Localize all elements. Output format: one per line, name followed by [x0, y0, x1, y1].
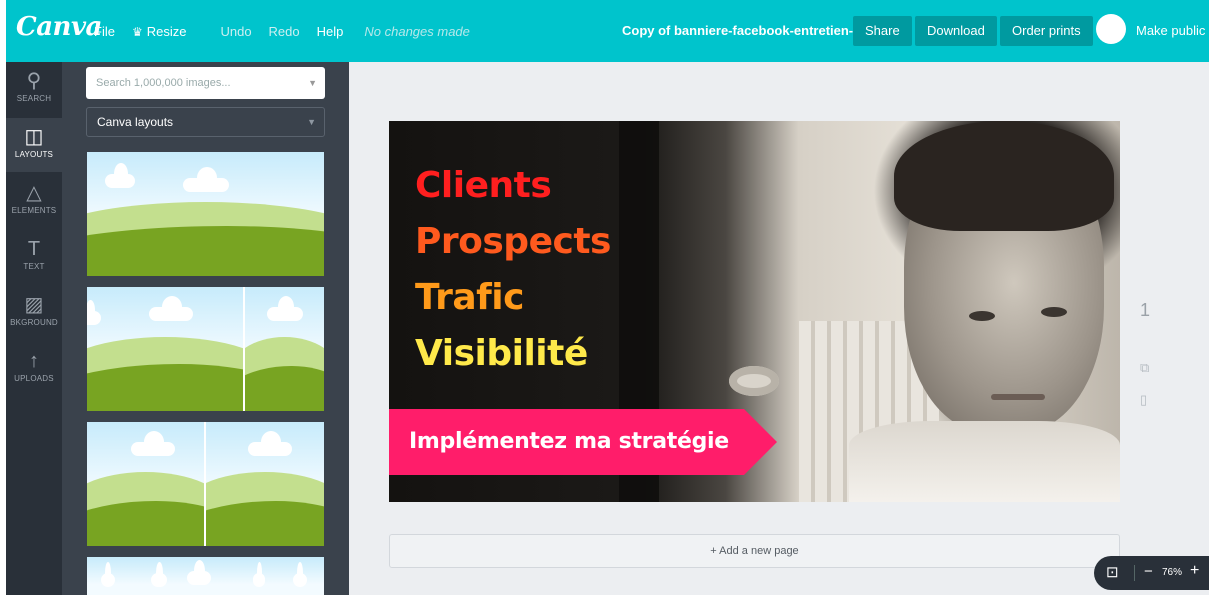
divider	[1134, 565, 1135, 581]
make-public-label[interactable]: Make public	[1136, 0, 1205, 62]
layout-preview	[87, 422, 204, 546]
sidebar-item-layouts[interactable]: ◫ LAYOUTS	[6, 118, 62, 172]
sidebar-item-label: UPLOADS	[14, 374, 54, 383]
help-menu[interactable]: Help	[317, 24, 344, 39]
sidebar-item-background[interactable]: ▨ BKGROUND	[6, 286, 62, 340]
main-menu: File ♛ Resize Undo Redo Help No changes m…	[94, 0, 487, 62]
image-search-input[interactable]: Search 1,000,000 images... ▼	[86, 67, 325, 99]
top-bar: Canva File ♛ Resize Undo Redo Help No cha…	[6, 0, 1209, 62]
sidebar-item-label: TEXT	[23, 262, 45, 271]
person-eye	[1041, 307, 1067, 317]
cta-banner[interactable]: Implémentez ma stratégie	[389, 409, 777, 475]
present-icon[interactable]: ⊡	[1106, 563, 1119, 581]
layout-thumbnail[interactable]	[87, 287, 324, 411]
person-eye	[969, 311, 995, 321]
sidebar-item-label: LAYOUTS	[14, 150, 54, 159]
person-mouth	[991, 394, 1045, 400]
search-placeholder: Search 1,000,000 images...	[96, 77, 231, 89]
file-menu[interactable]: File	[94, 24, 115, 39]
sidebar-item-search[interactable]: ⚲ SEARCH	[6, 62, 62, 116]
make-public-toggle[interactable]	[1096, 14, 1126, 44]
chevron-down-icon: ▼	[307, 117, 316, 127]
upload-icon: ↑	[29, 350, 39, 372]
layout-thumbnail[interactable]	[87, 557, 324, 595]
resize-label: Resize	[146, 23, 187, 39]
share-button[interactable]: Share	[853, 16, 912, 46]
layout-select-value: Canva layouts	[97, 115, 174, 129]
duplicate-page-icon[interactable]: ⧉	[1140, 360, 1149, 376]
headline-line-3[interactable]: Trafic	[415, 277, 525, 318]
layout-type-select[interactable]: Canva layouts ▼	[86, 107, 325, 137]
chevron-down-icon[interactable]: ▼	[308, 67, 317, 99]
layout-thumbnail[interactable]	[87, 422, 324, 546]
layout-preview	[87, 152, 324, 276]
design-canvas[interactable]: Clients Prospects Trafic Visibilité Impl…	[389, 121, 1120, 502]
undo-button[interactable]: Undo	[220, 24, 251, 39]
radiator-valve	[729, 366, 779, 396]
person-shirt	[849, 421, 1120, 502]
zoom-level[interactable]: 76%	[1162, 567, 1182, 578]
tool-sidebar: ⚲ SEARCH ◫ LAYOUTS △ ELEMENTS T TEXT ▨ B…	[6, 62, 62, 595]
redo-button[interactable]: Redo	[269, 24, 300, 39]
sidebar-item-label: BKGROUND	[10, 318, 58, 327]
layout-preview	[245, 287, 324, 411]
cta-banner-text: Implémentez ma stratégie	[409, 429, 729, 454]
background-icon: ▨	[24, 294, 44, 316]
text-icon: T	[27, 238, 41, 260]
sidebar-item-uploads[interactable]: ↑ UPLOADS	[6, 342, 62, 396]
layout-preview	[206, 422, 324, 546]
headline-line-1[interactable]: Clients	[415, 165, 552, 206]
layouts-icon: ◫	[24, 126, 44, 148]
resize-menu[interactable]: ♛ Resize	[132, 24, 204, 39]
delete-page-icon[interactable]: ▯	[1140, 392, 1147, 408]
layout-preview	[87, 557, 324, 595]
headline-line-4[interactable]: Visibilité	[415, 333, 588, 374]
save-status: No changes made	[364, 23, 470, 39]
document-title[interactable]: Copy of banniere-facebook-entretien-v7	[622, 0, 868, 62]
layout-preview	[87, 287, 243, 411]
headline-line-2[interactable]: Prospects	[415, 221, 611, 262]
canva-editor: Canva File ♛ Resize Undo Redo Help No cha…	[0, 0, 1209, 595]
zoom-out-button[interactable]: −	[1144, 563, 1153, 580]
canva-logo[interactable]: Canva	[16, 12, 102, 42]
page-number: 1	[1140, 300, 1151, 320]
sidebar-item-text[interactable]: T TEXT	[6, 230, 62, 284]
elements-icon: △	[26, 182, 42, 204]
zoom-in-button[interactable]: +	[1190, 562, 1199, 580]
sidebar-item-label: ELEMENTS	[11, 206, 57, 215]
sidebar-item-elements[interactable]: △ ELEMENTS	[6, 174, 62, 228]
download-button[interactable]: Download	[915, 16, 997, 46]
crown-icon: ♛	[131, 24, 143, 39]
person-hair	[894, 121, 1114, 231]
zoom-controls: ⊡ − 76% +	[1094, 556, 1209, 590]
layouts-panel: Search 1,000,000 images... ▼ Canva layou…	[62, 62, 349, 595]
sidebar-item-label: SEARCH	[16, 94, 52, 103]
search-icon: ⚲	[26, 70, 42, 92]
add-page-button[interactable]: + Add a new page	[389, 534, 1120, 568]
order-prints-button[interactable]: Order prints	[1000, 16, 1093, 46]
layout-thumbnail[interactable]	[87, 152, 324, 276]
